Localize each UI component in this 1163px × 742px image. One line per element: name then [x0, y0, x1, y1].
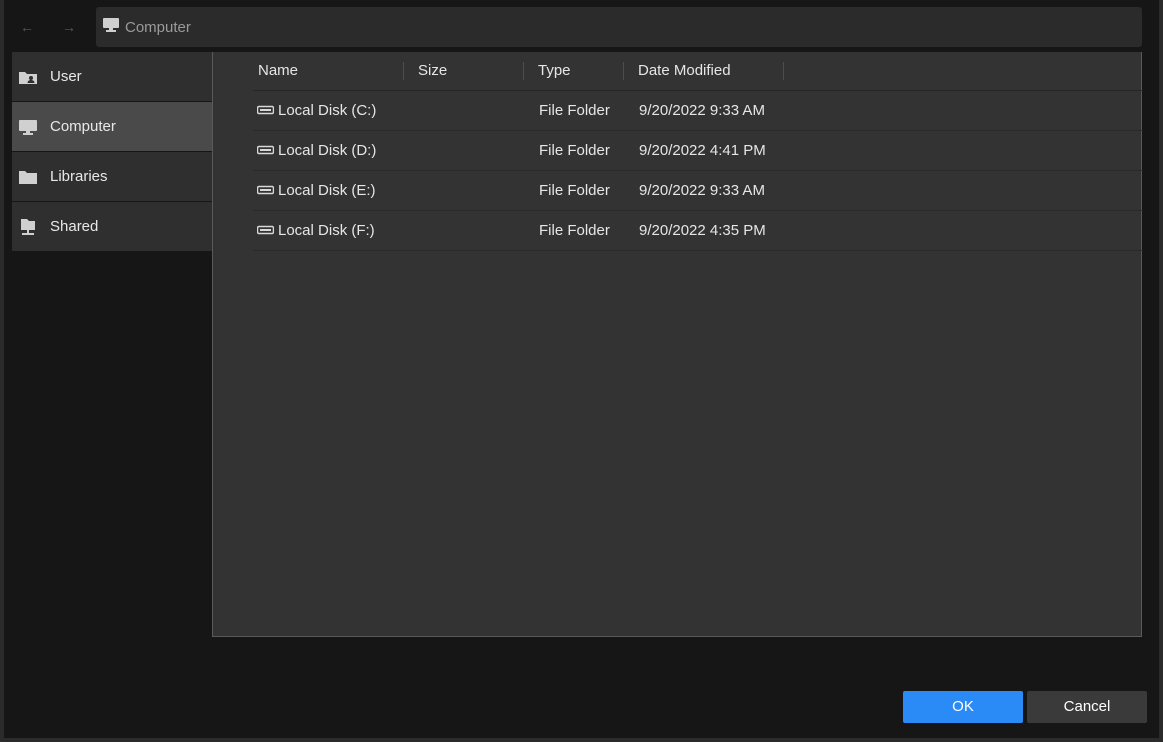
file-date-modified: 9/20/2022 9:33 AM [639, 102, 765, 119]
column-header-name[interactable]: Name [258, 52, 298, 90]
table-row[interactable]: Local Disk (E:) File Folder 9/20/2022 9:… [253, 171, 1143, 211]
table-row[interactable]: Local Disk (C:) File Folder 9/20/2022 9:… [253, 91, 1143, 131]
column-header-size[interactable]: Size [418, 52, 447, 90]
sidebar-item-label: Computer [50, 118, 116, 135]
file-type: File Folder [539, 142, 610, 159]
file-type: File Folder [539, 102, 610, 119]
column-header-date-modified[interactable]: Date Modified [638, 52, 731, 90]
file-date-modified: 9/20/2022 4:35 PM [639, 222, 766, 239]
user-folder-icon [18, 67, 38, 87]
sidebar-item-label: Libraries [50, 168, 108, 185]
drive-icon [256, 211, 278, 251]
table-header: Name Size Type Date Modified [253, 52, 1143, 91]
file-list-panel: Name Size Type Date Modified Local Disk … [212, 52, 1143, 637]
column-divider[interactable] [403, 62, 404, 80]
sidebar-item-libraries[interactable]: Libraries [12, 152, 212, 202]
column-divider[interactable] [623, 62, 624, 80]
sidebar-item-label: User [50, 68, 82, 85]
forward-button[interactable]: → [56, 14, 82, 40]
computer-icon [102, 17, 125, 37]
table-row[interactable]: Local Disk (D:) File Folder 9/20/2022 4:… [253, 131, 1143, 171]
address-bar[interactable]: Computer [96, 7, 1142, 47]
ok-button[interactable]: OK [903, 691, 1023, 723]
computer-icon [18, 117, 38, 137]
cancel-button[interactable]: Cancel [1027, 691, 1147, 723]
drive-icon [256, 171, 278, 211]
sidebar-item-shared[interactable]: Shared [12, 202, 212, 252]
folder-icon [18, 167, 38, 187]
column-divider[interactable] [523, 62, 524, 80]
file-type: File Folder [539, 222, 610, 239]
column-divider[interactable] [783, 62, 784, 80]
drive-icon [256, 131, 278, 171]
sidebar: User Computer Libraries Shared [12, 52, 212, 252]
file-name: Local Disk (F:) [278, 222, 375, 239]
file-type: File Folder [539, 182, 610, 199]
file-name: Local Disk (E:) [278, 182, 376, 199]
file-name: Local Disk (D:) [278, 142, 377, 159]
shared-drive-icon [18, 217, 38, 237]
drive-icon [256, 91, 278, 131]
table-row[interactable]: Local Disk (F:) File Folder 9/20/2022 4:… [253, 211, 1143, 251]
column-header-type[interactable]: Type [538, 52, 571, 90]
back-button[interactable]: ← [14, 14, 40, 40]
address-text: Computer [125, 18, 191, 36]
file-name: Local Disk (C:) [278, 102, 377, 119]
file-date-modified: 9/20/2022 9:33 AM [639, 182, 765, 199]
sidebar-item-user[interactable]: User [12, 52, 212, 102]
sidebar-item-computer[interactable]: Computer [12, 102, 212, 152]
file-date-modified: 9/20/2022 4:41 PM [639, 142, 766, 159]
sidebar-item-label: Shared [50, 218, 99, 235]
